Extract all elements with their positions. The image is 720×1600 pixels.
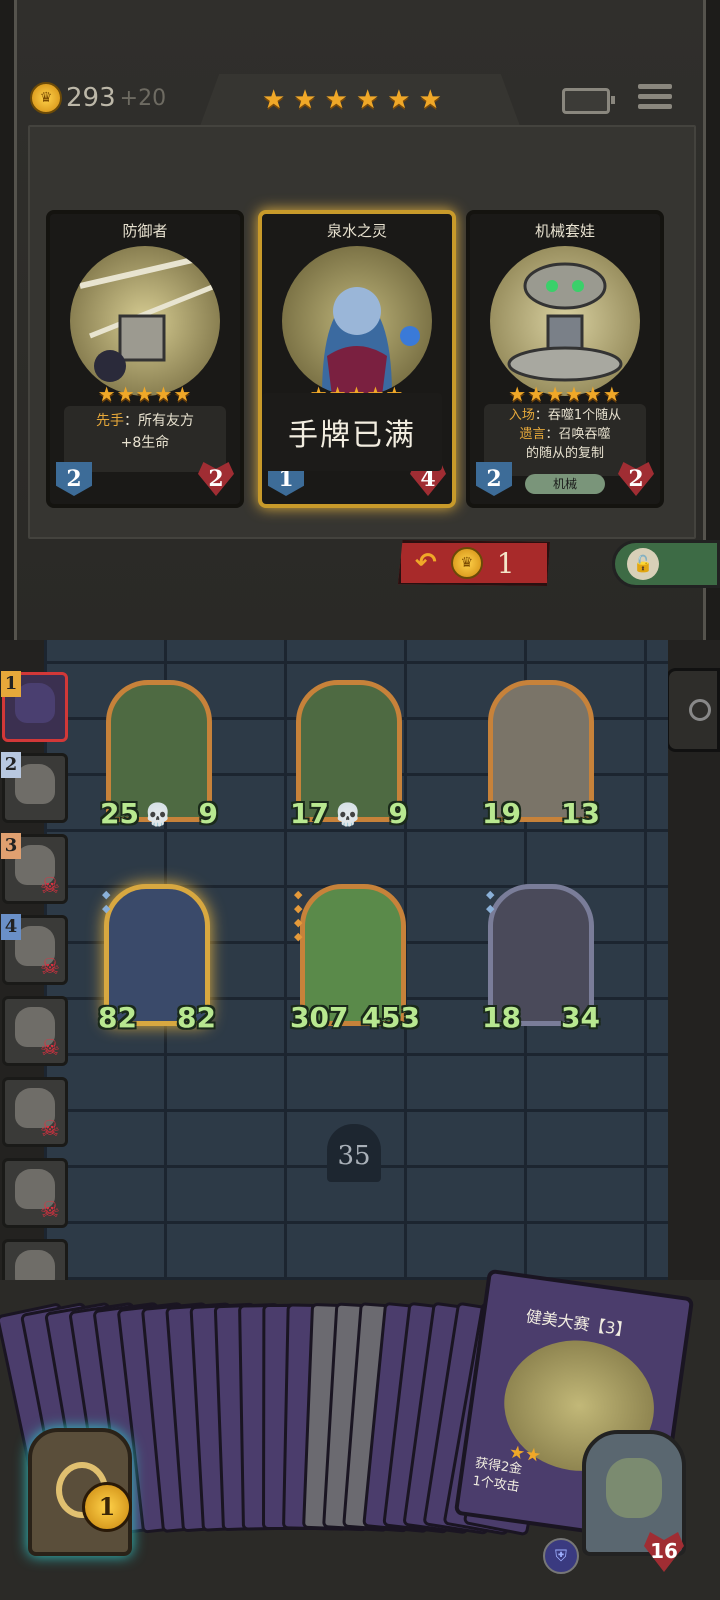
tribe-tag: 机械 [525,474,605,494]
card-text-line1: ：所有友方 [124,413,194,429]
opponent-portrait[interactable]: ☠ [2,996,68,1066]
card-name: 防御者 [122,222,168,240]
card-art [490,246,640,396]
skull-icon: ☠ [40,874,60,899]
rank-badge: 1 [1,671,21,697]
buff-gems: ◆ ◆ ◆ ◆ [294,888,303,943]
gold-counter: ♛ 293 +20 [30,82,166,114]
skull-icon: ☠ [40,1036,60,1061]
card-stars: ★★★★★ [97,382,193,406]
opponent-portrait[interactable]: 3 ☠ [1,833,68,904]
board-minion[interactable]: ◆ ◆ 82 82 [98,884,216,1034]
refresh-icon: ↶ [415,548,437,578]
minion-attack: 82 [98,1001,137,1034]
card-text-line2: +8生命 [120,435,170,451]
buff-gems: ◆ ◆ [486,888,495,915]
hand-card-title: 健美大赛【3】 [524,1306,633,1341]
board-minion[interactable]: ◆ ◆ ◆ ◆ 307 453 [290,884,420,1034]
minion-health: 9 [198,797,218,830]
minion-attack: 25 [100,797,139,830]
opponent-portrait[interactable]: ☠ [2,1158,68,1228]
card-name: 泉水之灵 [326,222,387,240]
rank-badge: 3 [1,833,21,859]
hand-full-notice: 手牌已满 [262,393,442,471]
hero-face [606,1458,662,1518]
skull-icon: 💀 [144,803,172,828]
coin-icon: ♛ [450,547,483,579]
card-text-line2: ：召唤吞噬 [545,427,611,442]
minion-attack: 307 [290,1001,349,1034]
card-name: 机械套娃 [534,222,595,240]
skull-icon: ☠ [40,955,60,980]
freeze-button[interactable]: 🔓 [612,540,720,588]
rank-badge: 2 [1,752,21,778]
star-icon: ★ [355,85,380,115]
turn-counter: 35 [327,1124,381,1182]
opponent-face [15,683,55,723]
board-minion[interactable]: 💀 25 9 [100,680,218,830]
star-icon: ★ [324,85,348,115]
board-minion[interactable]: 19 13 [482,680,600,830]
refresh-button[interactable]: ↶ ♛ 1 [398,540,550,586]
board-minion[interactable]: 💀 17 9 [290,680,408,830]
card-attack: 2 [56,462,92,496]
opponent-portrait[interactable]: 4 ☠ [1,914,68,985]
card-stars: ★★★★★★ [508,382,622,406]
shield-cube-illustration [79,253,216,382]
buff-gems: ◆ ◆ [102,888,111,915]
card-text-line1: ：吞噬1个随从 [534,408,622,423]
minion-attack: 17 [290,797,329,830]
minion-health: 9 [388,797,408,830]
minion-attack: 19 [482,797,521,830]
side-toggle-button[interactable] [666,668,720,752]
skull-icon: ☠ [40,1198,60,1223]
opponent-portrait[interactable]: 1 [1,671,68,742]
card-art [282,246,432,396]
keyword-first-strike: 先手 [96,413,124,429]
keyword-deathrattle: 遗言 [519,427,546,442]
coin-icon: ♛ [30,82,62,114]
board-minion[interactable]: ◆ ◆ 18 34 [482,884,600,1034]
skull-icon: 💀 [334,803,362,828]
hand-text-line2: 1个攻击 [471,1473,521,1496]
card-text-line3: 的随从的复制 [525,446,604,461]
elf-spirit-illustration [322,287,420,396]
card-art [70,246,220,396]
star-icon: ★ [387,85,411,115]
lock-icon: 🔓 [627,548,659,580]
star-icon: ★ [418,85,442,115]
card-attack: 2 [476,462,512,496]
minion-attack: 18 [482,1001,521,1034]
opponent-face [15,764,55,804]
frame-left [0,0,17,640]
keyword-battlecry: 入场 [508,408,535,423]
skull-icon: ☠ [40,1117,60,1142]
gold-value: 293 [66,83,116,113]
star-icon: ★ [262,85,286,115]
opponent-portrait[interactable]: 2 [1,752,68,823]
minion-health: 453 [361,1001,420,1034]
menu-icon [638,84,672,89]
rank-badge: 4 [1,914,21,940]
battery-icon [562,88,615,114]
minion-health: 13 [561,797,600,830]
hand-card-text: 获得2金 1个攻击 [471,1455,523,1497]
star-icon: ★ [293,85,317,115]
matryoshka-robot-illustration [507,262,623,382]
tavern-stars: ★ ★ ★ ★ ★ ★ [262,86,442,114]
shop-card-defender[interactable]: 防御者 ★★★★★ 先手：所有友方 +8生命 2 2 [46,210,244,508]
shield-icon[interactable]: ⛨ [543,1538,579,1574]
treasure-count: 1 [82,1482,132,1532]
menu-button[interactable] [638,84,672,116]
minion-health: 34 [561,1001,600,1034]
minion-health: 82 [177,1001,216,1034]
opponent-portrait[interactable]: ☠ [2,1077,68,1147]
refresh-cost: 1 [496,546,515,580]
shop-card-mech-doll[interactable]: 机械套娃 ★★★★★★ 入场：吞噬1个随从 遗言：召唤吞噬 的随从的复制 机械 … [466,210,664,508]
opponent-list: 1 2 3 ☠ 4 ☠ ☠ ☠ ☠ ☠ [1,671,68,1320]
gold-income: +20 [119,85,167,111]
